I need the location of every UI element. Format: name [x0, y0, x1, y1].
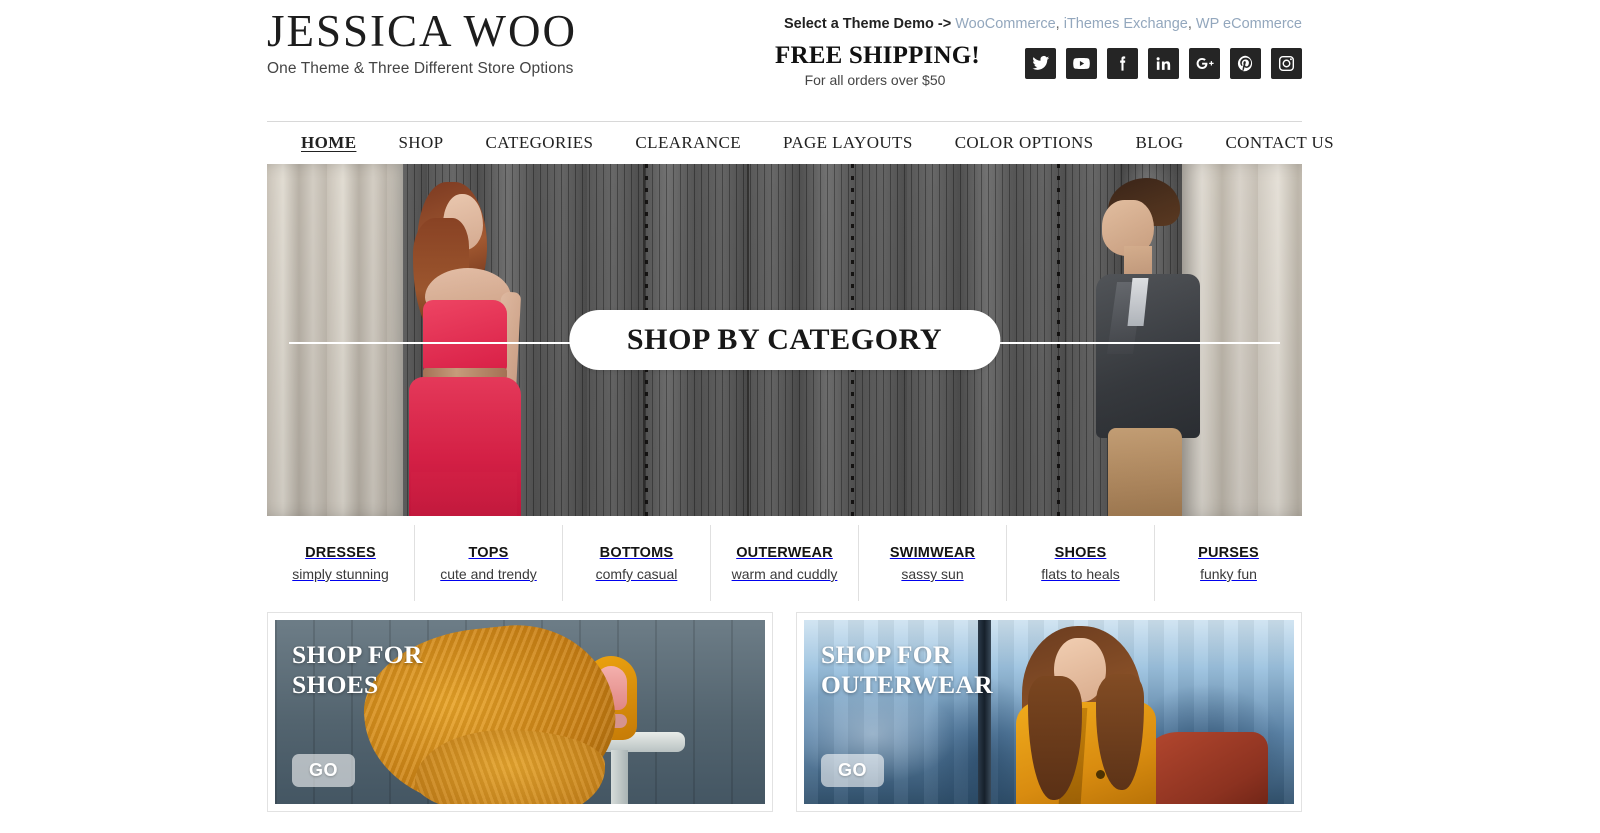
- free-shipping-title: FREE SHIPPING!: [775, 42, 980, 69]
- promo-shoes-image: SHOP FOR SHOES GO: [275, 620, 765, 804]
- promo-shoes-go-button[interactable]: GO: [292, 754, 356, 787]
- storefront-page: JESSICA WOO One Theme & Three Different …: [0, 0, 1600, 833]
- nav-item-home[interactable]: HOME: [280, 133, 377, 153]
- category-name: DRESSES: [305, 545, 376, 561]
- header-right: Select a Theme Demo -> WooCommerce, iThe…: [757, 0, 1302, 110]
- promo-row: SHOP FOR SHOES GO SHOP FOR OUTERWEAR GO: [267, 612, 1302, 812]
- promo-outerwear-go-button[interactable]: GO: [821, 754, 885, 787]
- demo-separator-1: ,: [1055, 16, 1064, 32]
- category-item-purses[interactable]: PURSES funky fun: [1154, 525, 1302, 601]
- nav-item-page-layouts[interactable]: PAGE LAYOUTS: [762, 133, 934, 153]
- category-item-outerwear[interactable]: OUTERWEAR warm and cuddly: [710, 525, 858, 601]
- promo-outerwear-title: SHOP FOR OUTERWEAR: [821, 640, 993, 700]
- instagram-icon[interactable]: [1271, 48, 1302, 79]
- nav-item-color-options[interactable]: COLOR OPTIONS: [934, 133, 1115, 153]
- site-branding[interactable]: JESSICA WOO One Theme & Three Different …: [267, 4, 577, 79]
- promo-outerwear-image: SHOP FOR OUTERWEAR GO: [804, 620, 1294, 804]
- category-subtitle: cute and trendy: [440, 566, 537, 582]
- theme-demo-label: Select a Theme Demo ->: [783, 16, 952, 32]
- nav-item-shop[interactable]: SHOP: [377, 133, 464, 153]
- free-shipping-subtitle: For all orders over $50: [804, 72, 946, 88]
- nav-item-contact-us[interactable]: CONTACT US: [1204, 133, 1355, 153]
- demo-link-ithemes-exchange[interactable]: iThemes Exchange: [1064, 16, 1188, 32]
- category-item-shoes[interactable]: SHOES flats to heals: [1006, 525, 1154, 601]
- promo-shoes-title-line1: SHOP FOR: [292, 640, 423, 669]
- category-item-swimwear[interactable]: SWIMWEAR sassy sun: [858, 525, 1006, 601]
- category-item-dresses[interactable]: DRESSES simply stunning: [267, 525, 414, 601]
- shop-by-category-label: SHOP BY CATEGORY: [626, 323, 943, 356]
- promo-outerwear-model-legs: [1138, 732, 1268, 804]
- nav-list: HOME SHOP CATEGORIES CLEARANCE PAGE LAYO…: [267, 122, 1334, 164]
- category-strip: DRESSES simply stunning TOPS cute and tr…: [267, 525, 1302, 601]
- theme-demo-line: Select a Theme Demo -> WooCommerce, iThe…: [784, 14, 1302, 34]
- category-name: SWIMWEAR: [889, 545, 976, 561]
- twitter-icon[interactable]: [1025, 48, 1056, 79]
- demo-separator-2: ,: [1187, 16, 1196, 32]
- promo-card-outerwear[interactable]: SHOP FOR OUTERWEAR GO: [796, 612, 1302, 812]
- linkedin-icon[interactable]: [1148, 48, 1179, 79]
- hero-banner[interactable]: SHOP BY CATEGORY: [267, 164, 1302, 516]
- promo-card-shoes[interactable]: SHOP FOR SHOES GO: [267, 612, 773, 812]
- category-subtitle: simply stunning: [292, 566, 389, 582]
- site-tagline: One Theme & Three Different Store Option…: [267, 60, 574, 77]
- category-item-bottoms[interactable]: BOTTOMS comfy casual: [562, 525, 710, 601]
- category-name: BOTTOMS: [599, 545, 674, 561]
- promo-shoes-title: SHOP FOR SHOES: [292, 640, 423, 700]
- category-subtitle: warm and cuddly: [731, 566, 838, 582]
- category-name: SHOES: [1054, 545, 1107, 561]
- demo-link-woocommerce[interactable]: WooCommerce: [955, 16, 1055, 32]
- category-subtitle: comfy casual: [595, 566, 678, 582]
- googleplus-icon[interactable]: [1189, 48, 1220, 79]
- promo-shoes-title-line2: SHOES: [292, 670, 379, 699]
- facebook-icon[interactable]: [1107, 48, 1138, 79]
- shop-by-category-badge[interactable]: SHOP BY CATEGORY: [568, 310, 1001, 370]
- site-header: JESSICA WOO One Theme & Three Different …: [267, 0, 1302, 120]
- promo-outerwear-title-line2: OUTERWEAR: [821, 670, 993, 699]
- free-shipping-block: FREE SHIPPING! For all orders over $50: [775, 41, 980, 90]
- category-subtitle: flats to heals: [1041, 566, 1120, 582]
- category-name: PURSES: [1198, 545, 1259, 561]
- category-name: TOPS: [468, 545, 509, 561]
- nav-item-blog[interactable]: BLOG: [1115, 133, 1205, 153]
- main-navigation: HOME SHOP CATEGORIES CLEARANCE PAGE LAYO…: [267, 121, 1334, 164]
- category-subtitle: funky fun: [1200, 566, 1257, 582]
- category-item-tops[interactable]: TOPS cute and trendy: [414, 525, 562, 601]
- site-title: JESSICA WOO: [267, 6, 577, 56]
- nav-item-clearance[interactable]: CLEARANCE: [614, 133, 762, 153]
- promo-shoes-stool-leg: [611, 750, 628, 804]
- social-links: [1025, 48, 1302, 79]
- promo-outerwear-title-line1: SHOP FOR: [821, 640, 952, 669]
- category-subtitle: sassy sun: [901, 566, 964, 582]
- demo-link-wp-ecommerce[interactable]: WP eCommerce: [1196, 16, 1302, 32]
- category-name: OUTERWEAR: [736, 545, 833, 561]
- pinterest-icon[interactable]: [1230, 48, 1261, 79]
- promo-outerwear-coat-button-1: [1096, 770, 1105, 779]
- youtube-icon[interactable]: [1066, 48, 1097, 79]
- nav-item-categories[interactable]: CATEGORIES: [465, 133, 615, 153]
